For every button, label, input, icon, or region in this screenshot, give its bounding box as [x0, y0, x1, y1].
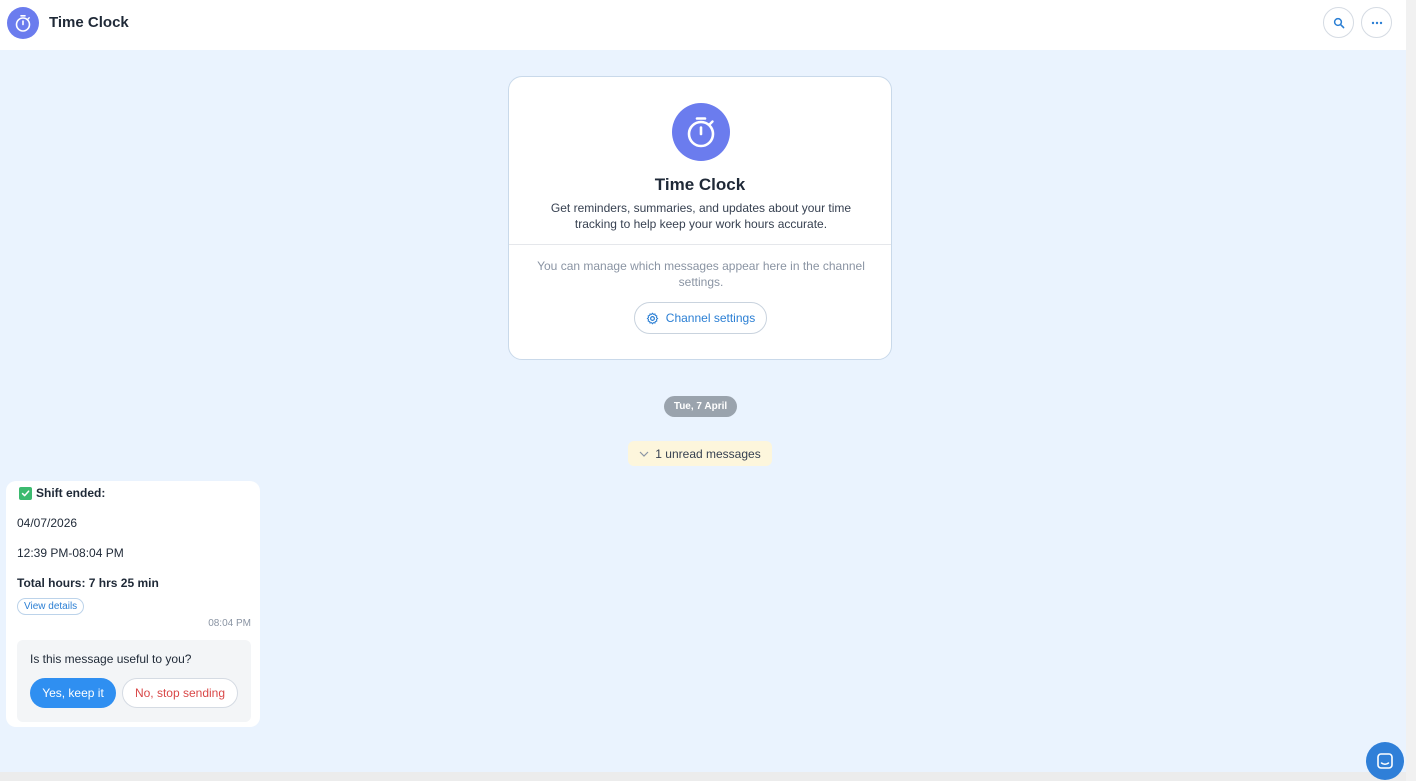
chevron-down-icon: [639, 451, 649, 457]
unread-messages-indicator[interactable]: 1 unread messages: [628, 441, 772, 466]
stopwatch-icon: [672, 103, 730, 161]
feedback-question: Is this message useful to you?: [30, 652, 192, 666]
checkmark-icon: [19, 486, 32, 500]
shift-message-card: Shift ended: 04/07/2026 12:39 PM-08:04 P…: [6, 481, 260, 727]
more-horizontal-icon: [1371, 21, 1382, 24]
app-window: Time Clock Time Clock Get reminders, sum…: [0, 0, 1416, 781]
channel-settings-label: Channel settings: [665, 311, 756, 325]
chat-launcher-button[interactable]: [1366, 742, 1404, 780]
shift-total-hours: Total hours: 7 hrs 25 min: [17, 576, 159, 590]
shift-time-range: 12:39 PM-08:04 PM: [17, 546, 124, 560]
channel-settings-button[interactable]: Channel settings: [634, 302, 767, 334]
search-icon: [1333, 17, 1344, 28]
unread-label: 1 unread messages: [655, 446, 761, 461]
feedback-prompt: Is this message useful to you? Yes, keep…: [17, 640, 251, 722]
stopwatch-icon: [7, 7, 39, 39]
yes-keep-button[interactable]: Yes, keep it: [30, 678, 116, 708]
page-title: Time Clock: [49, 14, 129, 31]
no-stop-button[interactable]: No, stop sending: [122, 678, 238, 708]
search-button[interactable]: [1323, 7, 1354, 38]
channel-intro-card: Time Clock Get reminders, summaries, and…: [508, 76, 892, 360]
bottom-strip: [0, 772, 1406, 781]
view-details-button[interactable]: View details: [17, 598, 85, 615]
divider: [509, 244, 891, 245]
intro-description: Get reminders, summaries, and updates ab…: [550, 201, 852, 231]
date-separator: Tue, 7 April: [664, 396, 737, 417]
more-options-button[interactable]: [1361, 7, 1392, 38]
shift-heading-label: Shift ended:: [36, 486, 106, 500]
manage-messages-text: You can manage which messages appear her…: [537, 259, 865, 289]
scrollbar[interactable]: [1406, 0, 1416, 781]
header-bar: Time Clock: [0, 0, 1406, 50]
intro-title: Time Clock: [654, 175, 746, 194]
message-timestamp: 08:04 PM: [208, 618, 251, 629]
chat-icon: [1377, 753, 1393, 769]
shift-heading: Shift ended:: [19, 486, 105, 500]
shift-date: 04/07/2026: [17, 516, 78, 530]
gear-icon: [646, 312, 659, 324]
